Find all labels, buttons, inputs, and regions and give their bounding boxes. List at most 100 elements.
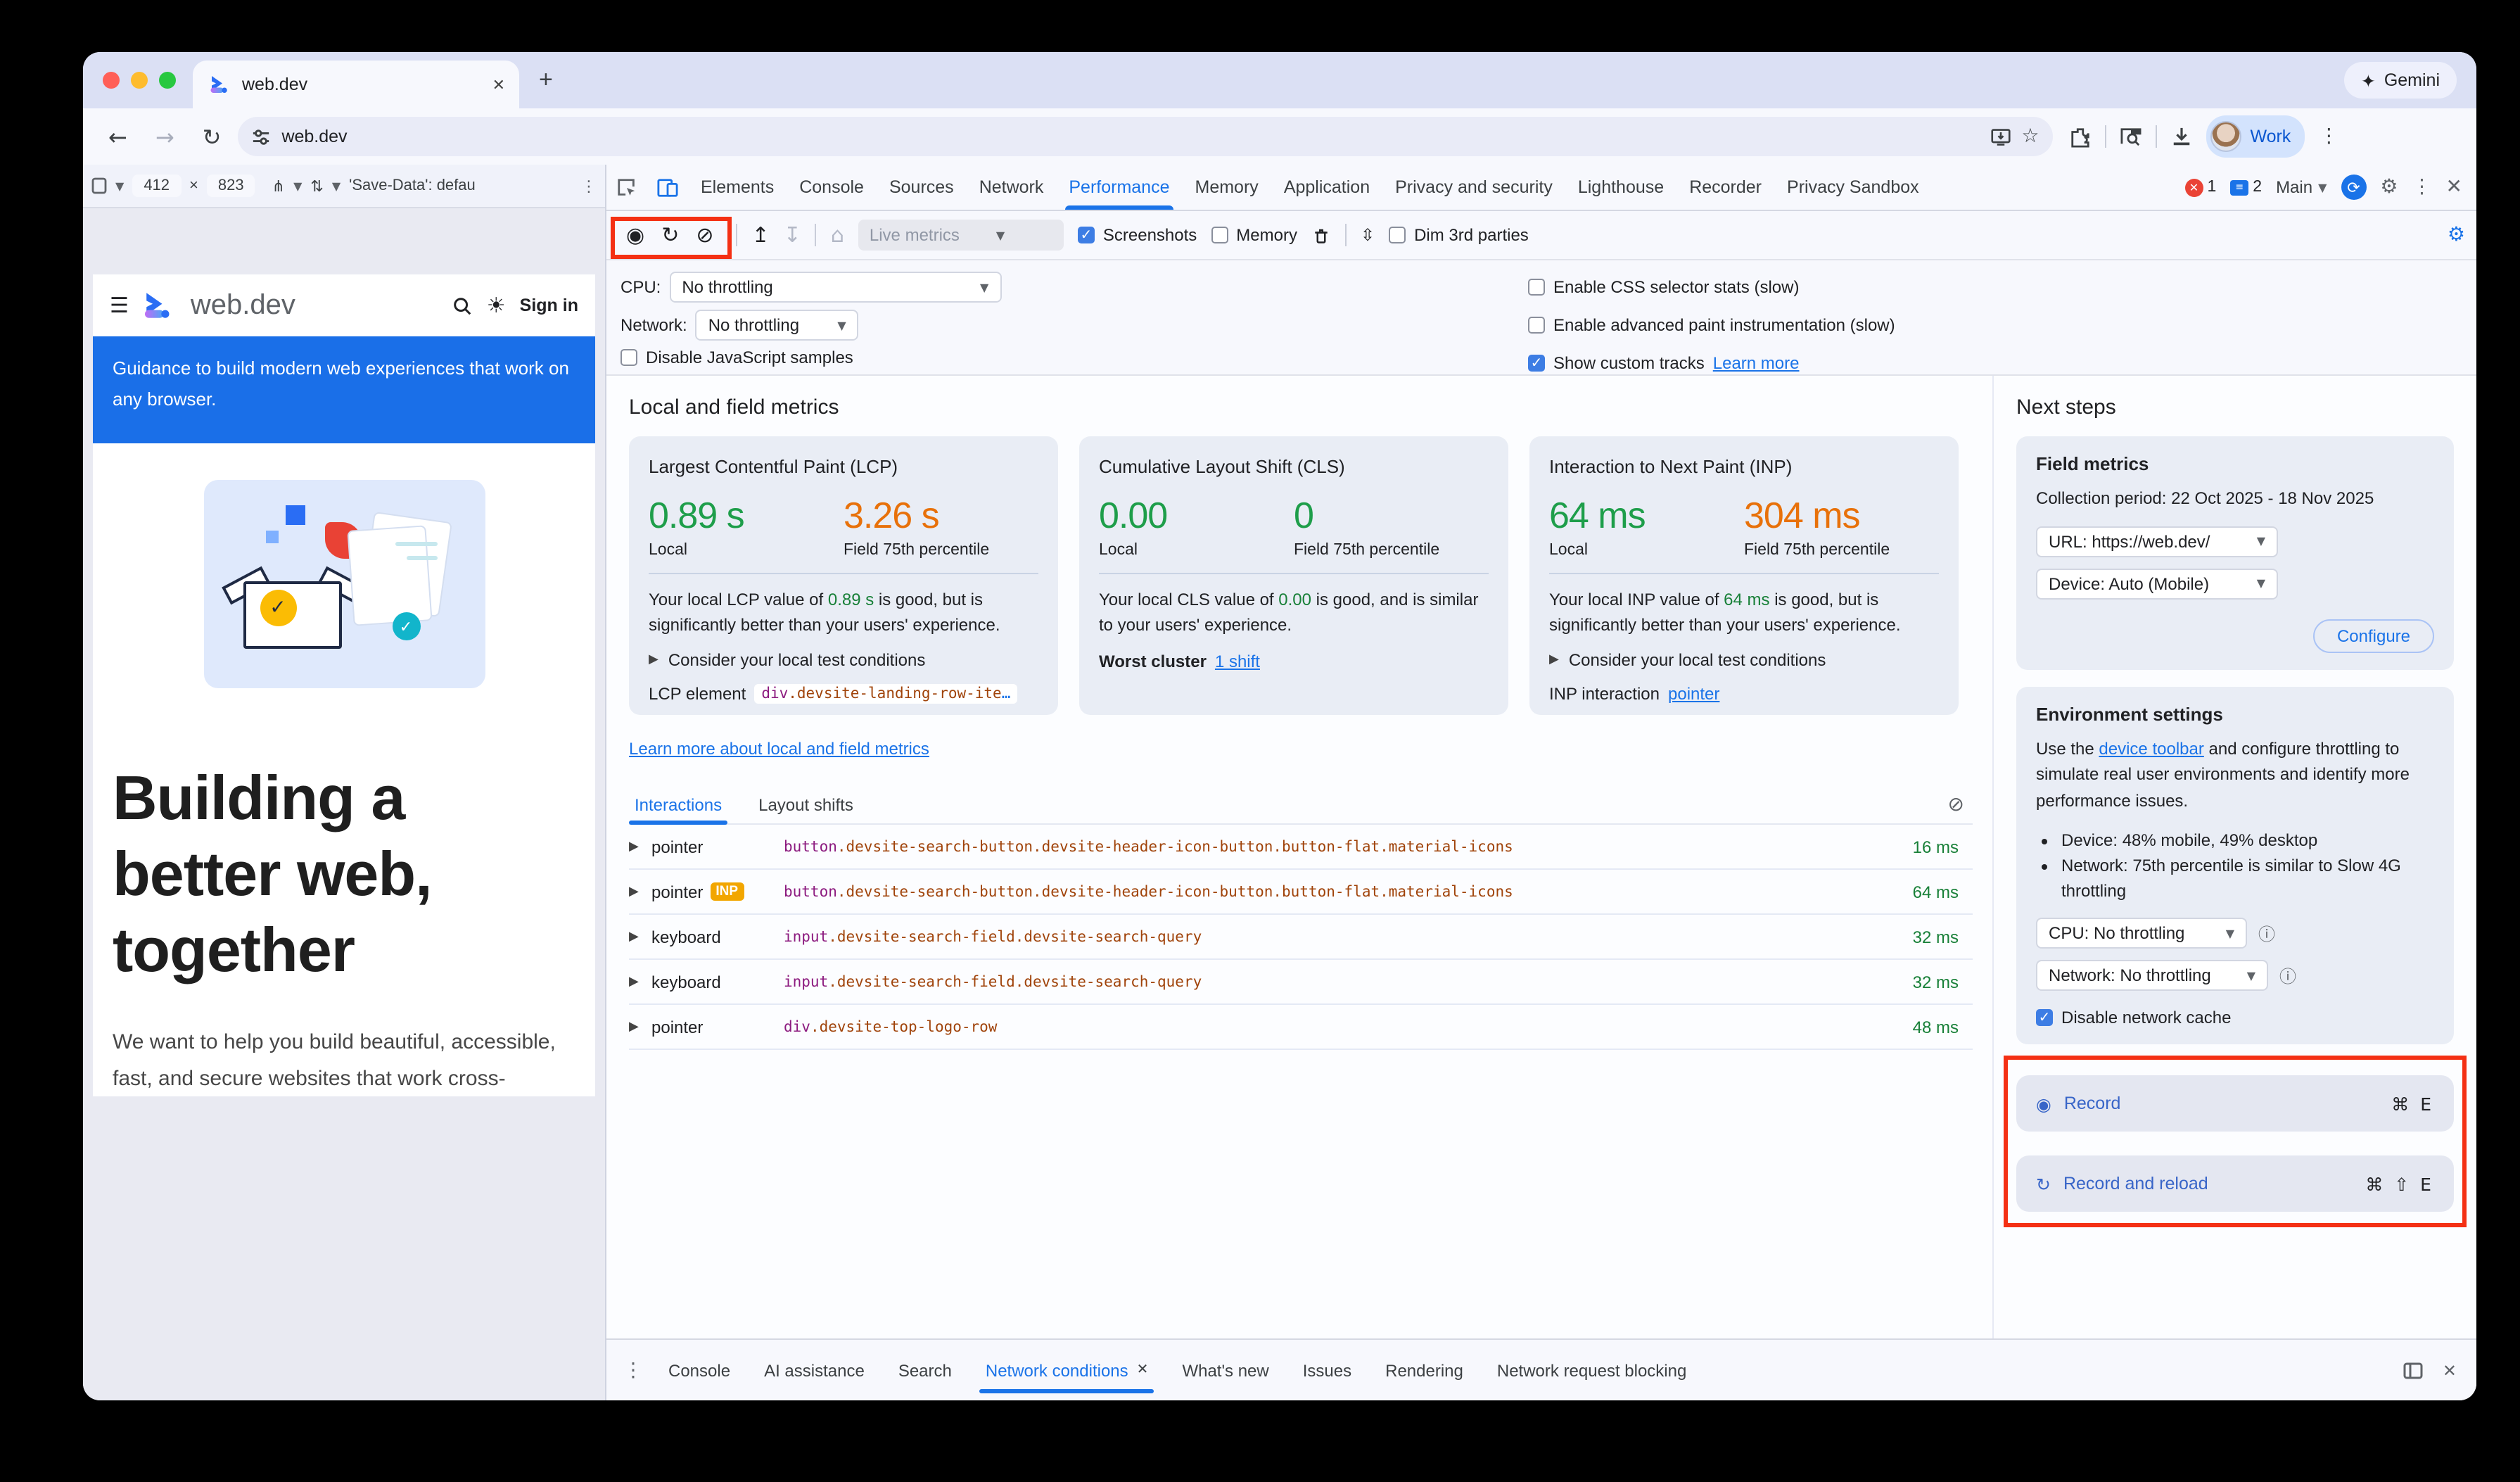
interactions-tab[interactable]: Interactions bbox=[629, 787, 727, 823]
theme-toggle-icon[interactable]: ☀ bbox=[487, 293, 506, 318]
throttle-caret-icon[interactable]: ▼ bbox=[332, 179, 341, 192]
search-tabs-icon[interactable] bbox=[2120, 127, 2142, 146]
paint-instrumentation-checkbox[interactable]: Enable advanced paint instrumentation (s… bbox=[1528, 305, 1895, 343]
interaction-row[interactable]: ▶ keyboard input.devsite-search-field.de… bbox=[629, 915, 1973, 960]
device-toolbar-toggle-icon[interactable] bbox=[647, 165, 688, 210]
record-button[interactable]: ◉ Record ⌘ E bbox=[2016, 1076, 2454, 1132]
inp-interaction-link[interactable]: pointer bbox=[1668, 684, 1719, 704]
devtools-tab-performance[interactable]: Performance bbox=[1056, 165, 1182, 210]
download-profile-icon[interactable]: ↧ bbox=[784, 222, 801, 248]
home-icon[interactable]: ⌂ bbox=[831, 222, 844, 248]
devtools-tab-memory[interactable]: Memory bbox=[1183, 165, 1271, 210]
drawer-tab-whats-new[interactable]: What's new bbox=[1165, 1340, 1285, 1400]
clear-log-icon[interactable]: ⊘ bbox=[1948, 794, 1973, 816]
install-icon[interactable] bbox=[1990, 127, 2010, 146]
network-throttling-select[interactable]: No throttling▼ bbox=[696, 310, 859, 341]
throttling-icon[interactable]: ⇅ bbox=[310, 177, 323, 195]
sign-in-link[interactable]: Sign in bbox=[520, 296, 578, 315]
record-and-reload-button[interactable]: ↻ Record and reload ⌘ ⇧ E bbox=[2016, 1156, 2454, 1212]
lcp-test-conditions-expander[interactable]: ▶ Consider your local test conditions bbox=[649, 650, 1038, 670]
collapse-tracks-icon[interactable]: ⇳ bbox=[1361, 225, 1375, 245]
drawer-tab-ai-assistance[interactable]: AI assistance bbox=[747, 1340, 882, 1400]
field-url-select[interactable]: URL: https://web.dev/▼ bbox=[2036, 526, 2278, 557]
hamburger-menu-icon[interactable]: ☰ bbox=[110, 293, 129, 318]
close-window-button[interactable] bbox=[103, 72, 120, 89]
upload-profile-icon[interactable]: ↥ bbox=[752, 222, 770, 248]
devtools-close-icon[interactable]: ✕ bbox=[2446, 176, 2462, 198]
capture-settings-icon[interactable]: ⚙ bbox=[2448, 224, 2465, 246]
devtools-tab-sources[interactable]: Sources bbox=[877, 165, 967, 210]
env-network-select[interactable]: Network: No throttling▼ bbox=[2036, 961, 2268, 992]
zoom-caret-icon[interactable]: ▼ bbox=[293, 179, 302, 192]
extensions-icon[interactable] bbox=[2070, 126, 2091, 147]
zoom-level-icon[interactable]: ⋔ bbox=[272, 177, 285, 195]
row-expand-icon[interactable]: ▶ bbox=[629, 885, 643, 899]
drawer-tab-rendering[interactable]: Rendering bbox=[1368, 1340, 1480, 1400]
cpu-info-icon[interactable]: ⓘ bbox=[2258, 922, 2275, 946]
device-type-caret-icon[interactable]: ▼ bbox=[115, 179, 124, 192]
row-expand-icon[interactable]: ▶ bbox=[629, 930, 643, 944]
drawer-menu-icon[interactable]: ⋮ bbox=[615, 1359, 651, 1381]
context-selector[interactable]: Main▼ bbox=[2276, 177, 2327, 197]
browser-tab[interactable]: web.dev ✕ bbox=[193, 61, 519, 108]
inp-test-conditions-expander[interactable]: ▶ Consider your local test conditions bbox=[1549, 650, 1939, 670]
dim-3rd-parties-checkbox[interactable]: Dim 3rd parties bbox=[1389, 225, 1529, 245]
devtools-tab-network[interactable]: Network bbox=[967, 165, 1057, 210]
configure-button[interactable]: Configure bbox=[2313, 619, 2434, 652]
profile-chip[interactable]: Work bbox=[2206, 115, 2305, 158]
clear-icon[interactable]: ⊘ bbox=[696, 222, 713, 248]
devtools-tab-application[interactable]: Application bbox=[1271, 165, 1382, 210]
device-toolbar-link[interactable]: device toolbar bbox=[2099, 738, 2203, 758]
lcp-element-link[interactable]: div.devsite-landing-row-ite… bbox=[754, 684, 1017, 704]
row-expand-icon[interactable]: ▶ bbox=[629, 975, 643, 989]
cpu-throttling-select[interactable]: No throttling▼ bbox=[669, 272, 1001, 303]
interaction-row[interactable]: ▶ pointer button.devsite-search-button.d… bbox=[629, 825, 1973, 870]
viewport-width-input[interactable]: 412 bbox=[132, 175, 181, 197]
browser-menu-icon[interactable]: ⋮ bbox=[2319, 125, 2338, 148]
maximize-window-button[interactable] bbox=[159, 72, 176, 89]
drawer-tab-close-icon[interactable]: ✕ bbox=[1137, 1362, 1149, 1378]
interaction-row[interactable]: ▶ pointerINP button.devsite-search-butto… bbox=[629, 870, 1973, 915]
site-search-icon[interactable] bbox=[452, 295, 473, 316]
devtools-tab-lighthouse[interactable]: Lighthouse bbox=[1565, 165, 1676, 210]
screenshots-checkbox[interactable]: Screenshots bbox=[1078, 225, 1197, 245]
field-device-select[interactable]: Device: Auto (Mobile)▼ bbox=[2036, 568, 2278, 599]
devtools-tab-privacy[interactable]: Privacy and security bbox=[1382, 165, 1565, 210]
drawer-tab-issues[interactable]: Issues bbox=[1286, 1340, 1368, 1400]
env-cpu-select[interactable]: CPU: No throttling▼ bbox=[2036, 918, 2247, 949]
worst-cluster-link[interactable]: 1 shift bbox=[1215, 652, 1260, 671]
drawer-tab-network-request-blocking[interactable]: Network request blocking bbox=[1480, 1340, 1703, 1400]
issues-badge[interactable]: ≡ 2 bbox=[2230, 179, 2262, 196]
back-button[interactable]: ← bbox=[97, 123, 139, 150]
drawer-tab-network-conditions[interactable]: Network conditions ✕ bbox=[969, 1340, 1166, 1400]
site-name[interactable]: web.dev bbox=[191, 289, 295, 322]
device-type-icon[interactable] bbox=[91, 177, 107, 194]
disable-js-samples-checkbox[interactable]: Disable JavaScript samples bbox=[621, 348, 853, 367]
devtools-tab-elements[interactable]: Elements bbox=[688, 165, 787, 210]
bookmark-star-icon[interactable]: ☆ bbox=[2021, 125, 2039, 148]
memory-checkbox[interactable]: Memory bbox=[1211, 225, 1297, 245]
devtools-menu-icon[interactable]: ⋮ bbox=[2412, 176, 2432, 198]
interaction-row[interactable]: ▶ keyboard input.devsite-search-field.de… bbox=[629, 960, 1973, 1005]
record-icon[interactable]: ◉ bbox=[626, 222, 644, 248]
minimize-window-button[interactable] bbox=[131, 72, 148, 89]
drawer-tab-console[interactable]: Console bbox=[651, 1340, 747, 1400]
interaction-row[interactable]: ▶ pointer div.devsite-top-logo-row 48 ms bbox=[629, 1005, 1973, 1050]
record-and-reload-icon[interactable]: ↻ bbox=[661, 222, 679, 248]
devtools-tab-privacy-sandbox[interactable]: Privacy Sandbox bbox=[1774, 165, 1932, 210]
layout-shifts-tab[interactable]: Layout shifts bbox=[753, 787, 859, 823]
forward-button[interactable]: → bbox=[144, 123, 186, 150]
downloads-icon[interactable] bbox=[2171, 126, 2192, 147]
history-select[interactable]: Live metrics▼ bbox=[858, 220, 1064, 251]
tab-close-icon[interactable]: ✕ bbox=[492, 75, 505, 94]
viewport-height-input[interactable]: 823 bbox=[207, 175, 255, 197]
inspect-element-icon[interactable] bbox=[606, 165, 647, 210]
new-tab-button[interactable]: + bbox=[519, 66, 573, 94]
gemini-button[interactable]: ✦ Gemini bbox=[2344, 62, 2457, 99]
drawer-tab-search[interactable]: Search bbox=[882, 1340, 969, 1400]
address-bar[interactable]: web.dev ☆ bbox=[238, 117, 2053, 156]
reload-button[interactable]: ↻ bbox=[191, 123, 233, 150]
custom-tracks-learn-more-link[interactable]: Learn more bbox=[1713, 353, 1800, 372]
row-expand-icon[interactable]: ▶ bbox=[629, 1020, 643, 1034]
tune-icon[interactable] bbox=[252, 127, 270, 146]
